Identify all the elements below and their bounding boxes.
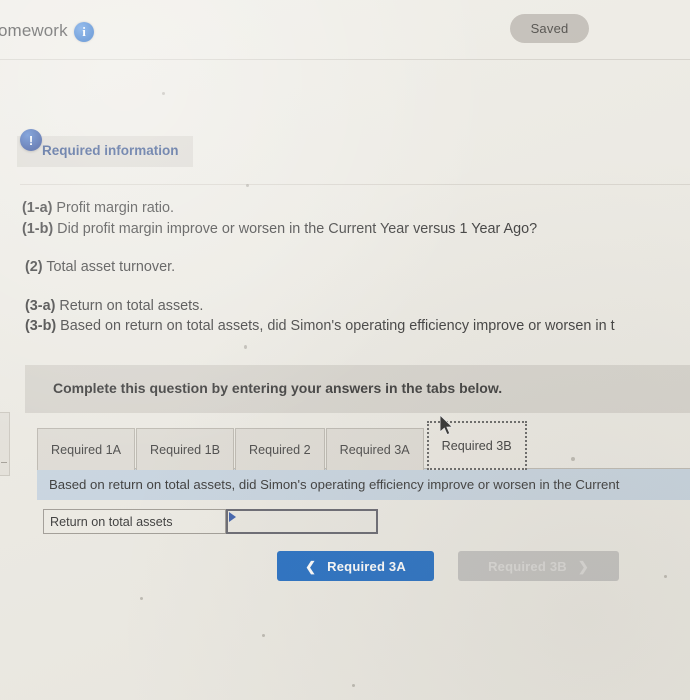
photo-artifact: [246, 184, 249, 187]
question-number-3a: (3-a): [25, 297, 56, 314]
prev-required-3a-button[interactable]: ❮ Required 3A: [277, 551, 434, 581]
question-item-1a: (1-a) Profit margin ratio.: [22, 198, 690, 219]
tab-required-1a[interactable]: Required 1A: [37, 428, 136, 470]
info-circle-icon[interactable]: [74, 22, 94, 42]
question-item-1b: (1-b) Did profit margin improve or worse…: [22, 219, 690, 240]
photo-lighting-overlay: [0, 0, 690, 700]
divider: [20, 184, 690, 185]
prev-button-label: Required 3A: [327, 558, 406, 574]
question-text-2: Total asset turnover.: [42, 259, 176, 275]
question-number-3b: (3-b): [25, 318, 57, 334]
panel-question-bar: Based on return on total assets, did Sim…: [37, 469, 690, 500]
status-badge-saved: Saved: [510, 14, 589, 43]
tab-required-1b[interactable]: Required 1B: [136, 428, 235, 470]
photo-artifact: [244, 345, 247, 349]
photo-artifact: [571, 457, 575, 461]
question-text-1a: Profit margin ratio.: [52, 200, 174, 216]
tab-label: Required 2: [249, 442, 311, 457]
table-row: Return on total assets: [43, 509, 378, 534]
tab-label: Required 1A: [51, 442, 122, 457]
answer-row-label: Return on total assets: [43, 509, 226, 534]
tab-label: Required 1B: [150, 442, 221, 457]
alert-circle-icon: [20, 129, 42, 151]
top-bar: omework Saved: [0, 0, 690, 60]
panel-question-text: Based on return on total assets, did Sim…: [49, 477, 620, 492]
required-information-banner: Required information: [17, 129, 193, 167]
chevron-right-icon: ❯: [577, 558, 589, 574]
photo-artifact: [352, 684, 355, 687]
page-title: omework: [0, 21, 68, 40]
navigation-buttons: ❮ Required 3A Required 3B ❯: [277, 551, 619, 581]
left-edge-cutoff-panel: [0, 412, 10, 476]
tab-label: Required 3A: [339, 442, 410, 457]
tab-required-3a[interactable]: Required 3A: [325, 428, 424, 470]
next-required-3b-button: Required 3B ❯: [458, 551, 619, 581]
photo-artifact: [140, 597, 143, 600]
required-information-label: Required information: [42, 143, 179, 158]
answer-panel: Based on return on total assets, did Sim…: [37, 468, 690, 541]
photo-artifact: [262, 634, 265, 637]
question-list: (1-a) Profit margin ratio. (1-b) Did pro…: [22, 198, 690, 337]
tab-strip: Required 1A Required 1B Required 2 Requi…: [37, 421, 528, 470]
question-text-3b: Based on return on total assets, did Sim…: [56, 318, 615, 334]
question-text-3a: Return on total assets.: [55, 297, 204, 314]
photo-artifact: [664, 575, 667, 578]
tab-required-3b[interactable]: Required 3B: [426, 421, 527, 470]
left-edge-cutoff-tick: [1, 462, 7, 463]
question-number-1a: (1-a): [22, 200, 53, 216]
instruction-text: Complete this question by entering your …: [53, 380, 503, 396]
tab-required-2[interactable]: Required 2: [235, 428, 325, 470]
return-on-total-assets-select[interactable]: [226, 509, 378, 534]
question-number-1b: (1-b): [22, 220, 54, 237]
question-item-3b: (3-b) Based on return on total assets, d…: [22, 316, 690, 337]
question-item-3a: (3-a) Return on total assets.: [22, 296, 690, 317]
next-button-label: Required 3B: [488, 558, 567, 574]
photo-artifact: [162, 92, 165, 95]
question-item-2: (2) Total asset turnover.: [22, 257, 690, 278]
question-text-1b: Did profit margin improve or worsen in t…: [53, 220, 538, 237]
chevron-left-icon: ❮: [305, 558, 317, 574]
tab-label: Required 3B: [441, 438, 512, 453]
instruction-bar: Complete this question by entering your …: [25, 365, 690, 413]
question-number-2: (2): [25, 259, 43, 275]
